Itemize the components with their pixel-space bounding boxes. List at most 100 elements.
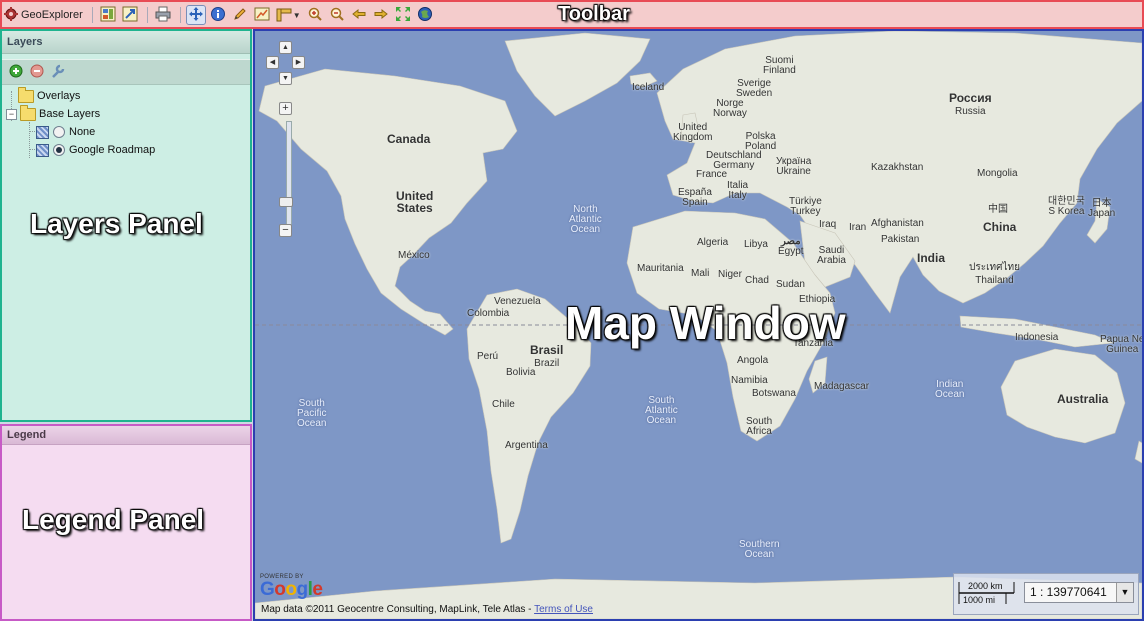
map-label-niger: Niger — [718, 269, 742, 280]
layer-label: Google Roadmap — [69, 144, 156, 156]
map-label-ukraine: Україна Ukraine — [776, 156, 812, 177]
ruler-icon — [276, 6, 292, 25]
map-label-kazakhstan: Kazakhstan — [871, 162, 924, 173]
map-label-north-atlantic: North Atlantic Ocean — [569, 204, 602, 235]
google-earth-button[interactable] — [415, 5, 435, 25]
layer-radio-none[interactable] — [53, 126, 65, 138]
pan-east-icon[interactable]: ▶ — [292, 56, 305, 69]
layer-radio-google-roadmap[interactable] — [53, 144, 65, 156]
previous-extent-button[interactable] — [349, 5, 369, 25]
query-button[interactable] — [252, 5, 272, 25]
zoom-in-button[interactable] — [305, 5, 325, 25]
map-label-china: China — [983, 220, 1017, 234]
map-label-peru: Perú — [477, 351, 499, 362]
print-button[interactable] — [153, 5, 173, 25]
zoom-in-control[interactable]: + — [279, 102, 292, 115]
map-label-turkiye: Türkiye Turkey — [789, 196, 822, 217]
pan-button[interactable] — [185, 5, 206, 25]
map-label-espana: España Spain — [678, 187, 712, 208]
map-label-egypt: مصر Egypt — [778, 236, 804, 257]
zoom-slider-thumb[interactable] — [279, 197, 293, 207]
layer-item-none[interactable]: None — [6, 123, 250, 141]
google-wordmark: Google — [260, 579, 323, 600]
map-label-united-states: United States — [396, 189, 434, 215]
map-label-colombia: Colombia — [467, 308, 510, 319]
map-label-norge: Norge Norway — [713, 98, 747, 119]
toolbar-separator — [91, 7, 93, 23]
terms-of-use-link[interactable]: Terms of Use — [534, 604, 593, 615]
zoom-out-control[interactable]: − — [279, 224, 292, 237]
layers-toolbar — [2, 59, 250, 85]
remove-layer-button[interactable] — [29, 64, 45, 80]
map-label-polska: Polska Poland — [745, 131, 777, 152]
map-label-papua-new-guinea: Papua Ne Guinea — [1100, 334, 1144, 355]
arrow-right-icon — [373, 6, 389, 25]
legend-panel-label: Legend Panel — [22, 504, 205, 535]
collapse-icon[interactable]: − — [6, 108, 17, 120]
folder-icon — [18, 86, 34, 103]
map-label-chad: Chad — [745, 275, 769, 286]
map-attribution: Map data ©2011 Geocentre Consulting, Map… — [261, 604, 593, 615]
pan-south-icon[interactable]: ▼ — [279, 72, 292, 85]
map-label-south-atlantic: South Atlantic Ocean — [645, 395, 678, 426]
zoom-slider[interactable] — [286, 121, 292, 231]
scale-control: 2000 km 1000 mi 1 : 139770641 ▼ — [953, 573, 1139, 615]
tree-node-overlays[interactable]: Overlays — [6, 86, 250, 105]
zoom-in-icon — [307, 6, 323, 25]
edit-feature-button[interactable] — [230, 5, 250, 25]
tree-node-base-layers[interactable]: − Base Layers — [6, 104, 250, 123]
chevron-down-icon[interactable]: ▼ — [1116, 583, 1133, 602]
layer-item-google-roadmap[interactable]: Google Roadmap — [6, 141, 250, 159]
zoom-max-extent-button[interactable] — [393, 5, 413, 25]
map-label-deutschland: Deutschland Germany — [706, 150, 762, 171]
chevron-down-icon[interactable]: ▼ — [293, 11, 301, 20]
zoom-out-button[interactable] — [327, 5, 347, 25]
map-label-namibia: Namibia — [731, 375, 768, 386]
toolbar-label: Toolbar — [558, 3, 630, 25]
map-window[interactable]: ▲ ◀ ▶ ▼ + − Suomi Finland Iceland Sverige… — [253, 29, 1144, 621]
map-label-madagascar: Madagascar — [814, 381, 870, 392]
remove-layer-icon — [30, 64, 44, 81]
map-label-iceland: Iceland — [632, 82, 665, 93]
pan-west-icon[interactable]: ◀ — [266, 56, 279, 69]
arrow-left-icon — [351, 6, 367, 25]
map-label-iran: Iran — [849, 222, 867, 233]
info-icon — [210, 6, 226, 25]
map-label-china-zh: 中国 — [988, 204, 1008, 215]
layer-properties-button[interactable] — [50, 64, 66, 80]
layers-panel: Layers Overlays − Base Layers None Googl… — [0, 29, 252, 422]
printer-icon — [155, 6, 171, 25]
map-label-italia: Italia Italy — [727, 180, 749, 201]
scale-mi-text: 1000 mi — [963, 595, 996, 605]
google-logo[interactable]: POWERED BY Google — [260, 574, 323, 600]
app-menu-button[interactable]: GeoExplorer — [4, 6, 83, 24]
info-button[interactable] — [208, 5, 228, 25]
app-name: GeoExplorer — [21, 9, 83, 21]
gear-icon — [4, 6, 18, 24]
scale-select[interactable]: 1 : 139770641 ▼ — [1024, 582, 1134, 603]
legend-panel: Legend Legend Panel — [0, 424, 252, 621]
scale-select-value: 1 : 139770641 — [1030, 585, 1107, 599]
map-label-pakistan: Pakistan — [881, 234, 920, 245]
map-label-indian-ocean: Indian Ocean — [935, 379, 965, 400]
map-label-iraq: Iraq — [819, 219, 837, 230]
add-layer-button[interactable] — [8, 64, 24, 80]
layer-manager-button[interactable] — [98, 5, 118, 25]
layers-panel-title: Layers — [2, 31, 250, 54]
map-label-suomi: Suomi Finland — [763, 55, 796, 76]
map-label-chile: Chile — [492, 399, 515, 410]
next-extent-button[interactable] — [371, 5, 391, 25]
zoom-out-icon — [329, 6, 345, 25]
export-map-button[interactable] — [120, 5, 140, 25]
pan-north-icon[interactable]: ▲ — [279, 41, 292, 54]
wrench-icon — [50, 63, 66, 82]
add-layer-icon — [9, 64, 23, 81]
map-label-thailand: ประเทศไทย Thailand — [969, 262, 1020, 286]
map-label-australia: Australia — [1057, 392, 1109, 406]
map-label-brasil: Brasil Brazil — [530, 343, 564, 369]
layer-manager-icon — [100, 6, 116, 25]
measure-button[interactable] — [274, 5, 294, 25]
pan-icon — [188, 6, 204, 25]
map-label-mexico: México — [398, 250, 430, 261]
map-label-japan: 日本 Japan — [1088, 198, 1116, 219]
